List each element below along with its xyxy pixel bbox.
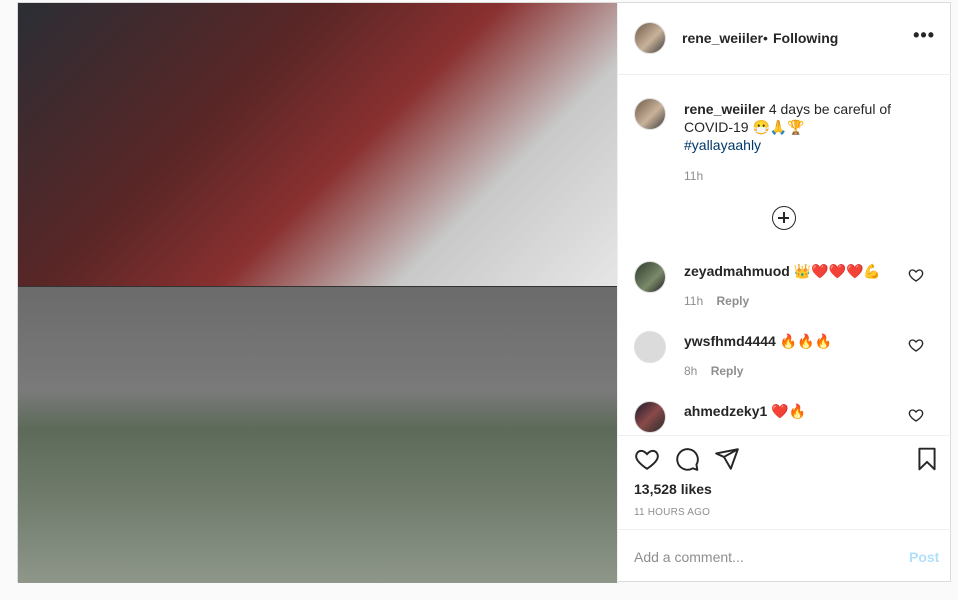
comment-text: ywsfhmd4444 🔥🔥🔥 bbox=[684, 333, 832, 350]
like-heart-icon[interactable] bbox=[634, 446, 660, 472]
caption-avatar[interactable] bbox=[634, 98, 666, 130]
post-header: rene_weiiler • Following ••• bbox=[618, 3, 951, 75]
comment-item: ahmedzeky1 ❤️🔥 bbox=[618, 401, 952, 434]
comment-meta: 11h Reply bbox=[684, 294, 749, 308]
share-send-icon[interactable] bbox=[714, 446, 740, 472]
comment-time[interactable]: 11h bbox=[684, 294, 703, 308]
like-comment-icon[interactable] bbox=[908, 267, 924, 283]
post-sidebar: rene_weiiler • Following ••• rene_weiile… bbox=[617, 3, 952, 583]
reply-button[interactable]: Reply bbox=[716, 294, 749, 308]
comment-meta: 8h Reply bbox=[684, 364, 743, 378]
comment-body: 👑❤️❤️❤️💪 bbox=[793, 263, 881, 279]
load-more-comments-icon[interactable] bbox=[772, 206, 796, 230]
post-comment-button[interactable]: Post bbox=[909, 549, 939, 565]
caption-time[interactable]: 11h bbox=[684, 169, 703, 183]
add-comment-bar: Post bbox=[618, 529, 952, 583]
comment-time[interactable]: 8h bbox=[684, 364, 697, 378]
comment-body: ❤️🔥 bbox=[771, 403, 807, 419]
caption-text: rene_weiiler 4 days be careful of COVID-… bbox=[684, 100, 924, 154]
save-bookmark-icon[interactable] bbox=[914, 446, 940, 472]
comments-section[interactable]: rene_weiiler 4 days be careful of COVID-… bbox=[618, 76, 952, 434]
author-username[interactable]: rene_weiiler bbox=[682, 30, 763, 46]
comment-body: 🔥🔥🔥 bbox=[779, 333, 833, 349]
instagram-post: rene_weiiler • Following ••• rene_weiile… bbox=[17, 2, 952, 583]
commenter-username[interactable]: ahmedzeky1 bbox=[684, 403, 767, 419]
like-comment-icon[interactable] bbox=[908, 407, 924, 423]
photo-coach-portrait bbox=[18, 3, 617, 286]
caption-hashtag[interactable]: #yallayaahly bbox=[684, 137, 761, 153]
header-separator: • bbox=[763, 30, 768, 46]
comment-item: zeyadmahmuod 👑❤️❤️❤️💪 11h Reply bbox=[618, 261, 952, 331]
likes-count[interactable]: 13,528 likes bbox=[634, 481, 712, 497]
post-timestamp[interactable]: 11 HOURS AGO bbox=[634, 507, 710, 518]
caption-username[interactable]: rene_weiiler bbox=[684, 101, 765, 117]
commenter-avatar[interactable] bbox=[634, 401, 666, 433]
more-options-icon[interactable]: ••• bbox=[913, 25, 935, 46]
commenter-avatar[interactable] bbox=[634, 331, 666, 363]
comment-text: ahmedzeky1 ❤️🔥 bbox=[684, 403, 806, 420]
comment-bubble-icon[interactable] bbox=[674, 446, 700, 472]
comment-text: zeyadmahmuod 👑❤️❤️❤️💪 bbox=[684, 263, 881, 280]
photo-team-walking bbox=[18, 287, 617, 583]
reply-button[interactable]: Reply bbox=[711, 364, 744, 378]
like-comment-icon[interactable] bbox=[908, 337, 924, 353]
commenter-username[interactable]: zeyadmahmuod bbox=[684, 263, 790, 279]
commenter-avatar[interactable] bbox=[634, 261, 666, 293]
comment-input[interactable] bbox=[634, 547, 884, 567]
following-button[interactable]: Following bbox=[773, 30, 838, 46]
comment-item: ywsfhmd4444 🔥🔥🔥 8h Reply bbox=[618, 331, 952, 401]
commenter-username[interactable]: ywsfhmd4444 bbox=[684, 333, 776, 349]
post-photo[interactable] bbox=[18, 3, 617, 583]
author-avatar[interactable] bbox=[634, 22, 666, 54]
post-actions: 13,528 likes 11 HOURS AGO bbox=[618, 435, 952, 531]
